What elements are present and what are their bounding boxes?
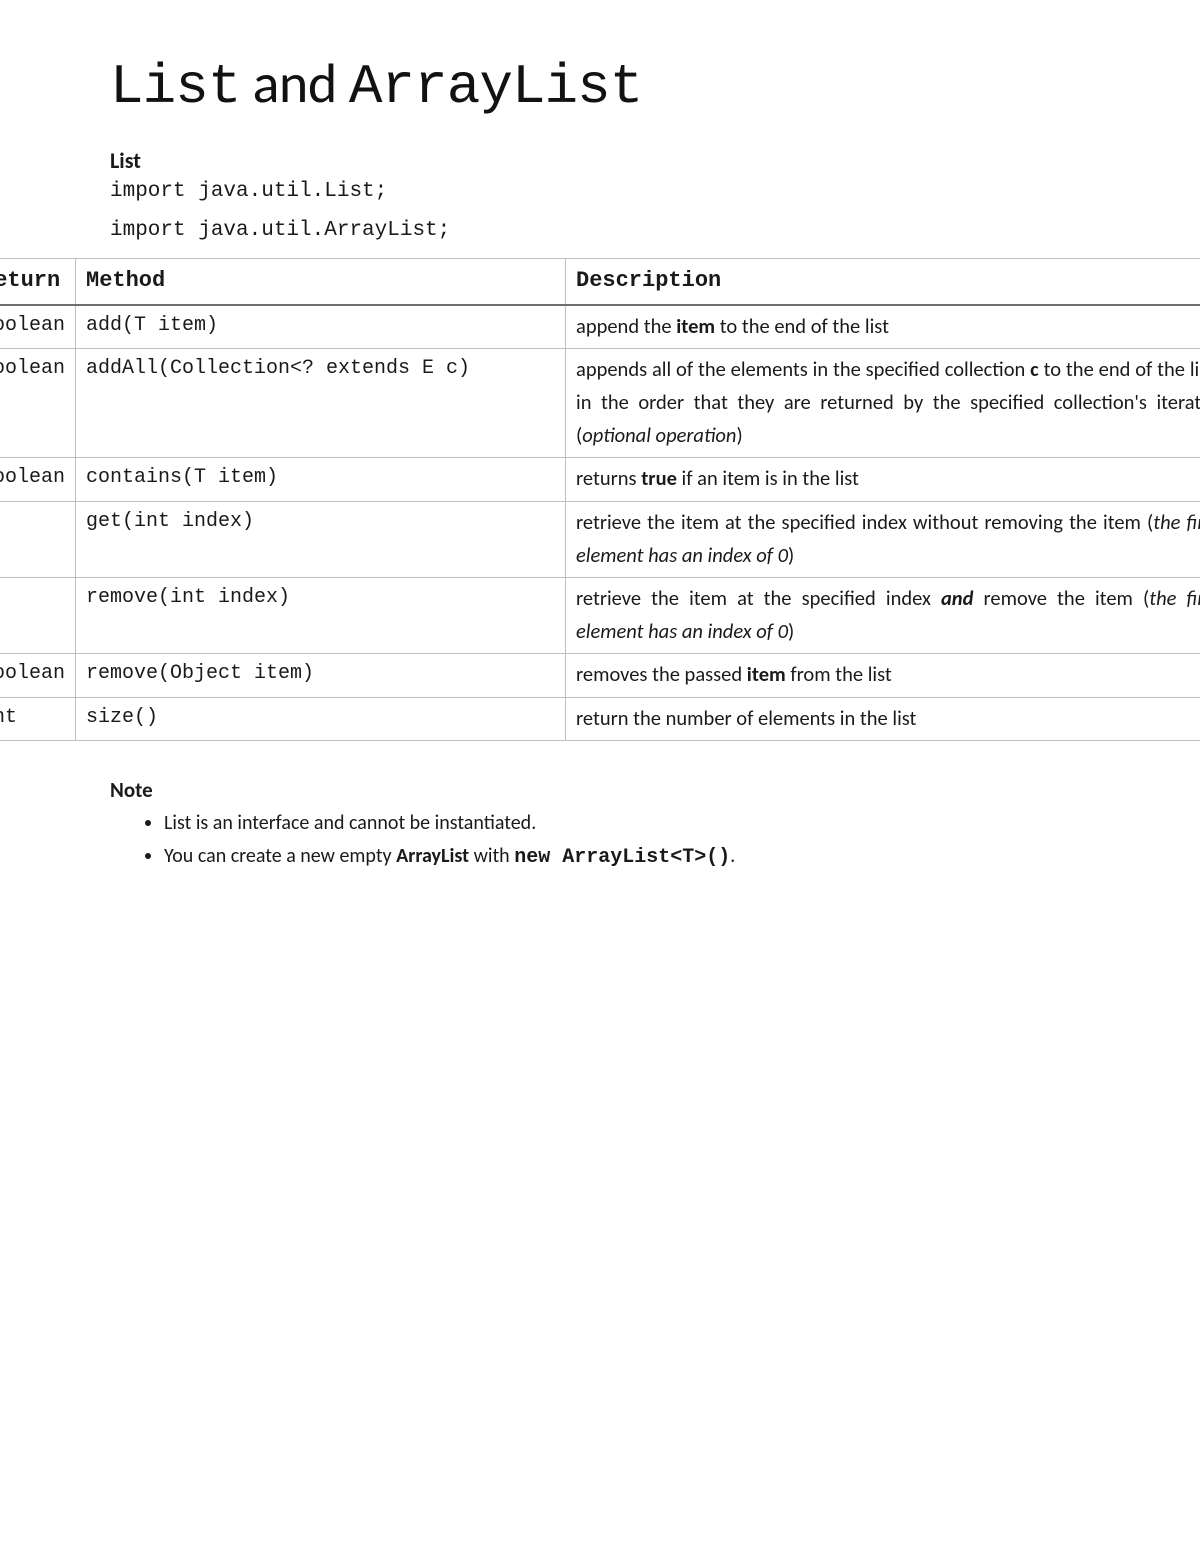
cell-description: appends all of the elements in the speci…	[566, 348, 1200, 458]
table-row: intsize()return the number of elements i…	[0, 697, 1200, 740]
table-row: booleanremove(Object item)removes the pa…	[0, 654, 1200, 697]
cell-return: boolean	[0, 348, 76, 458]
title-part-arraylist: ArrayList	[349, 55, 642, 119]
cell-return: int	[0, 697, 76, 740]
methods-table: Return Method Description booleanadd(T i…	[0, 258, 1200, 741]
import-statement-arraylist: import java.util.ArrayList;	[110, 219, 1090, 242]
cell-return: boolean	[0, 654, 76, 697]
section-heading-list: List	[110, 147, 1090, 174]
notes-list: List is an interface and cannot be insta…	[110, 809, 1090, 872]
cell-method: contains(T item)	[76, 458, 566, 501]
list-item: You can create a new empty ArrayList wit…	[164, 842, 1090, 872]
title-part-list: List	[110, 55, 240, 119]
table-row: booleanaddAll(Collection<? extends E c)a…	[0, 348, 1200, 458]
cell-return: boolean	[0, 458, 76, 501]
cell-method: get(int index)	[76, 501, 566, 577]
list-item: List is an interface and cannot be insta…	[164, 809, 1090, 838]
cell-description: return the number of elements in the lis…	[566, 697, 1200, 740]
table-row: booleanadd(T item)append the item to the…	[0, 305, 1200, 349]
cell-description: retrieve the item at the specified index…	[566, 501, 1200, 577]
cell-return: T	[0, 501, 76, 577]
cell-return: boolean	[0, 305, 76, 349]
cell-description: returns true if an item is in the list	[566, 458, 1200, 501]
note-heading: Note	[110, 777, 1090, 803]
cell-description: retrieve the item at the specified index…	[566, 578, 1200, 654]
import-statement-list: import java.util.List;	[110, 180, 1090, 203]
table-row: Tremove(int index)retrieve the item at t…	[0, 578, 1200, 654]
table-row: Tget(int index)retrieve the item at the …	[0, 501, 1200, 577]
header-description: Description	[566, 259, 1200, 305]
table-header-row: Return Method Description	[0, 259, 1200, 305]
table-row: booleancontains(T item)returns true if a…	[0, 458, 1200, 501]
cell-method: remove(Object item)	[76, 654, 566, 697]
title-joiner: and	[240, 50, 349, 118]
page-title: List and ArrayList	[110, 50, 1090, 119]
header-return: Return	[0, 259, 76, 305]
cell-description: removes the passed item from the list	[566, 654, 1200, 697]
header-method: Method	[76, 259, 566, 305]
cell-method: remove(int index)	[76, 578, 566, 654]
cell-method: add(T item)	[76, 305, 566, 349]
cell-description: append the item to the end of the list	[566, 305, 1200, 349]
cell-return: T	[0, 578, 76, 654]
cell-method: size()	[76, 697, 566, 740]
cell-method: addAll(Collection<? extends E c)	[76, 348, 566, 458]
